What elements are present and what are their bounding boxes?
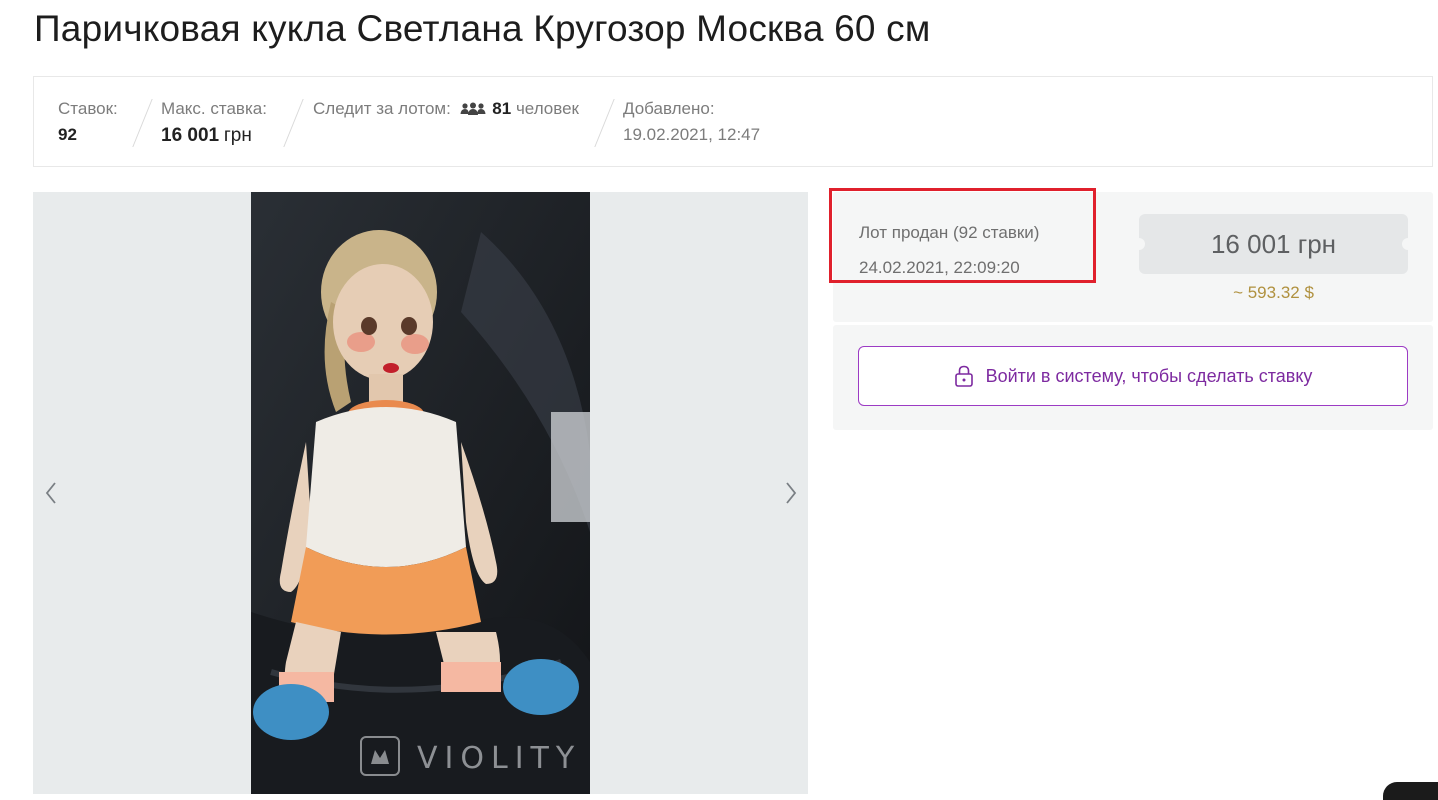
bids-value: 92 — [58, 125, 77, 144]
sold-date: 24.02.2021, 22:09:20 — [859, 258, 1020, 277]
gallery-next-button[interactable] — [776, 478, 806, 508]
watchers-suffix: человек — [515, 99, 579, 118]
bids-stat: Ставок: 92 — [58, 99, 118, 145]
users-icon — [460, 101, 486, 121]
max-bid-value: 16 001 грн — [161, 125, 252, 146]
lot-photo[interactable]: VIOLITY — [251, 192, 590, 794]
stat-divider — [594, 99, 615, 147]
photo-gallery: VIOLITY — [33, 192, 808, 794]
sold-status: Лот продан (92 ставки) — [859, 223, 1040, 242]
stat-divider — [283, 99, 304, 147]
sold-info: Лот продан (92 ставки) 24.02.2021, 22:09… — [859, 215, 1039, 285]
lot-status-panel: Лот продан (92 ставки) 24.02.2021, 22:09… — [829, 188, 1433, 322]
final-price: 16 001 грн — [1133, 214, 1414, 274]
added-label: Добавлено: — [623, 99, 715, 118]
watchers-count: 81 — [492, 99, 512, 118]
login-to-bid-button[interactable]: Войти в систему, чтобы сделать ставку — [858, 346, 1408, 406]
gallery-prev-button[interactable] — [36, 478, 66, 508]
max-bid-stat: Макс. ставка: 16 001 грн — [161, 99, 267, 147]
chevron-left-icon — [45, 482, 56, 504]
chat-widget-button[interactable] — [1383, 782, 1438, 800]
bids-label: Ставок: — [58, 99, 118, 118]
login-panel: Войти в систему, чтобы сделать ставку — [833, 325, 1433, 430]
usd-price: ~ 593.32 $ — [1233, 283, 1314, 302]
watermark-text: VIOLITY — [417, 741, 582, 776]
lot-stats-bar: Ставок: 92 Макс. ставка: 16 001 грн След… — [33, 76, 1433, 167]
watchers-stat: Следит за лотом: 81 человек — [313, 99, 579, 121]
login-button-label: Войти в систему, чтобы сделать ставку — [985, 365, 1313, 386]
added-stat: Добавлено: 19.02.2021, 12:47 — [623, 99, 760, 145]
watchers-label: Следит за лотом: — [313, 99, 451, 118]
lot-title: Паричковая кукла Светлана Кругозор Москв… — [34, 8, 931, 49]
stat-divider — [132, 99, 153, 147]
doll-image — [251, 192, 590, 794]
lock-icon — [954, 365, 973, 387]
max-bid-label: Макс. ставка: — [161, 99, 267, 118]
added-value: 19.02.2021, 12:47 — [623, 125, 761, 144]
chevron-right-icon — [786, 482, 797, 504]
